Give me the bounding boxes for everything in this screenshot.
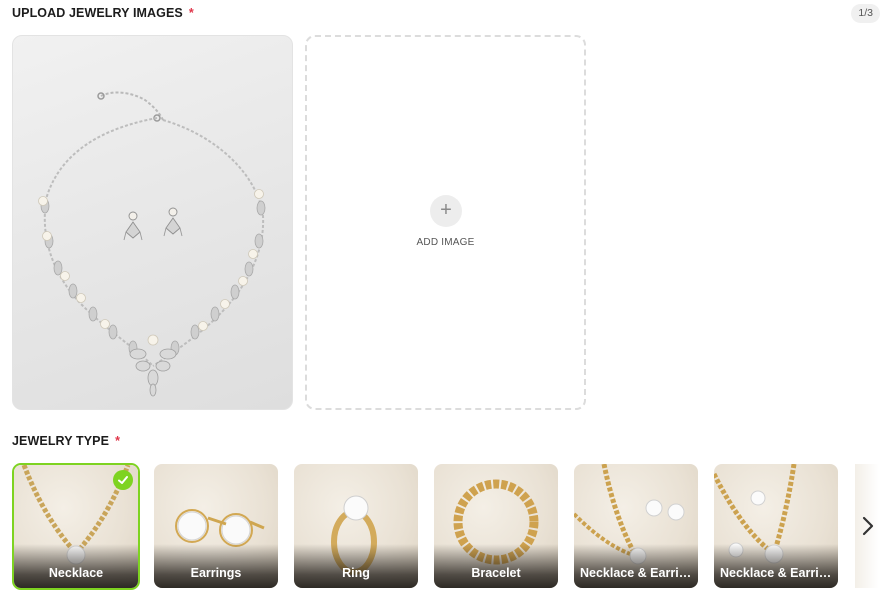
jewelry-type-card-ring[interactable]: Ring [294,464,418,588]
jewelry-type-card-necklace[interactable]: Necklace [12,463,140,590]
jewelry-type-carousel: Necklace Earrings Ring Bracelet Necklace… [12,463,879,590]
plus-icon[interactable]: + [430,195,462,227]
card-label: Necklace [48,566,104,580]
card-label: Bracelet [471,566,521,580]
required-asterisk: * [188,6,194,20]
card-label: Necklace & Earrings [720,566,838,580]
card-label: Earrings [190,566,242,580]
jewelry-type-label-text: JEWELRY TYPE [12,434,110,448]
card-label: Necklace & Earrings [580,566,698,580]
required-asterisk: * [115,434,121,448]
checkmark-icon [113,470,133,490]
upload-section-title: UPLOAD JEWELRY IMAGES * [12,6,194,20]
image-count-badge: 1/3 [851,4,880,23]
jewelry-type-section-title: JEWELRY TYPE * [12,434,120,448]
jewelry-type-card-necklace-earrings[interactable]: Necklace & Earrings [574,464,698,588]
necklace-photo [38,91,266,397]
add-image-label: ADD IMAGE [416,237,475,248]
add-image-dropzone[interactable]: + ADD IMAGE [305,35,586,410]
jewelry-type-card-earrings[interactable]: Earrings [154,464,278,588]
card-label: Ring [342,566,370,580]
uploaded-image-thumbnail[interactable] [12,35,293,410]
chevron-right-icon[interactable] [858,512,878,540]
upload-label-text: UPLOAD JEWELRY IMAGES [12,6,183,20]
jewelry-type-card-bracelet[interactable]: Bracelet [434,464,558,588]
jewelry-type-card-necklace-earrings-2[interactable]: Necklace & Earrings [714,464,838,588]
